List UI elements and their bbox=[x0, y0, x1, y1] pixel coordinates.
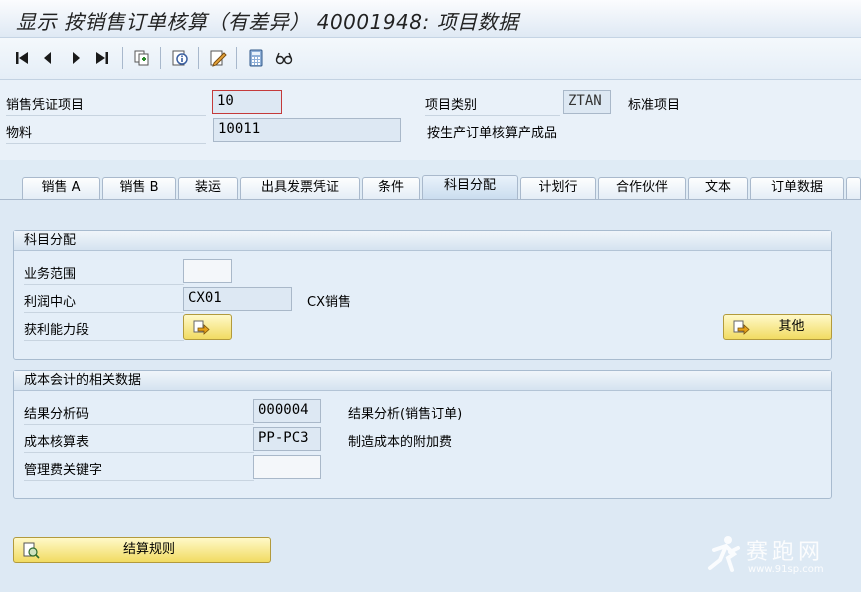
watermark-text: 赛跑网 bbox=[746, 540, 825, 565]
other-button[interactable]: 其他 bbox=[723, 314, 832, 340]
costing-sheet-field: PP-PC3 bbox=[253, 427, 321, 451]
runner-logo-icon bbox=[708, 536, 740, 572]
tab-shipping[interactable]: 装运 bbox=[178, 177, 238, 199]
overhead-key-label: 管理费关键字 bbox=[24, 459, 254, 481]
costing-sheet-text: 制造成本的附加费 bbox=[348, 435, 453, 450]
tabstrip: 销售 A 销售 B 装运 出具发票凭证 条件 科目分配 计划行 合作伙伴 文本 … bbox=[0, 160, 861, 200]
material-text: 按生产订单核算产成品 bbox=[427, 126, 558, 141]
other-button-label: 其他 bbox=[778, 319, 805, 334]
item-label: 销售凭证项目 bbox=[6, 94, 206, 116]
calculator-icon[interactable] bbox=[246, 48, 266, 68]
title-bar: 显示 按销售订单核算（有差异） 40001948: 项目数据 bbox=[0, 0, 861, 38]
next-icon[interactable] bbox=[66, 48, 86, 68]
application-toolbar bbox=[0, 38, 861, 80]
navigate-arrow-icon bbox=[733, 320, 750, 335]
cost-accounting-title: 成本会计的相关数据 bbox=[14, 371, 831, 391]
toolbar-separator bbox=[236, 47, 237, 69]
account-assignment-title: 科目分配 bbox=[14, 231, 831, 251]
watermark: 赛跑网 www.91sp.com bbox=[700, 532, 850, 580]
category-text: 标准项目 bbox=[628, 98, 681, 113]
toolbar-separator bbox=[160, 47, 161, 69]
tab-order-data[interactable]: 订单数据 bbox=[750, 177, 844, 199]
profit-center-field: CX01 bbox=[183, 287, 292, 311]
settlement-document-icon bbox=[23, 542, 40, 559]
tab-sales-b[interactable]: 销售 B bbox=[102, 177, 176, 199]
results-analysis-key-label: 结果分析码 bbox=[24, 403, 254, 425]
costing-sheet-label: 成本核算表 bbox=[24, 431, 254, 453]
document-flow-icon[interactable] bbox=[132, 48, 152, 68]
toolbar-separator bbox=[122, 47, 123, 69]
tab-schedule-lines[interactable]: 计划行 bbox=[520, 177, 596, 199]
material-label: 物料 bbox=[6, 122, 206, 144]
first-icon[interactable] bbox=[12, 48, 32, 68]
navigate-arrow-icon bbox=[193, 320, 210, 335]
business-area-field bbox=[183, 259, 232, 283]
info-icon[interactable] bbox=[170, 48, 190, 68]
tab-conditions[interactable]: 条件 bbox=[362, 177, 420, 199]
tab-sales-a[interactable]: 销售 A bbox=[22, 177, 100, 199]
account-assignment-group: 科目分配 业务范围 利润中心 CX01 CX销售 获利能力段 其他 bbox=[13, 230, 832, 360]
profit-center-text: CX销售 bbox=[307, 295, 351, 310]
tab-more[interactable] bbox=[846, 177, 861, 199]
profitability-segment-label: 获利能力段 bbox=[24, 319, 184, 341]
tab-billing[interactable]: 出具发票凭证 bbox=[240, 177, 360, 199]
tab-account-assignment[interactable]: 科目分配 bbox=[422, 175, 518, 200]
category-label: 项目类别 bbox=[425, 94, 560, 116]
watermark-url: www.91sp.com bbox=[748, 564, 824, 575]
results-analysis-key-text: 结果分析(销售订单) bbox=[348, 407, 463, 422]
profit-center-label: 利润中心 bbox=[24, 291, 184, 313]
last-icon[interactable] bbox=[92, 48, 112, 68]
business-area-label: 业务范围 bbox=[24, 263, 184, 285]
material-field: 10011 bbox=[213, 118, 401, 142]
category-field: ZTAN bbox=[563, 90, 611, 114]
cost-accounting-group: 成本会计的相关数据 结果分析码 000004 结果分析(销售订单) 成本核算表 … bbox=[13, 370, 832, 499]
edit-icon[interactable] bbox=[208, 48, 228, 68]
toolbar-separator bbox=[198, 47, 199, 69]
item-field[interactable]: 10 bbox=[212, 90, 282, 114]
settlement-rule-button[interactable]: 结算规则 bbox=[13, 537, 271, 563]
results-analysis-key-field: 000004 bbox=[253, 399, 321, 423]
settlement-rule-label: 结算规则 bbox=[122, 542, 175, 557]
item-header: 销售凭证项目 10 项目类别 ZTAN 标准项目 物料 10011 按生产订单核… bbox=[0, 80, 861, 160]
tab-partners[interactable]: 合作伙伴 bbox=[598, 177, 686, 199]
previous-icon[interactable] bbox=[38, 48, 58, 68]
profitability-segment-button[interactable] bbox=[183, 314, 232, 340]
overhead-key-field bbox=[253, 455, 321, 479]
tab-texts[interactable]: 文本 bbox=[688, 177, 748, 199]
glasses-icon[interactable] bbox=[274, 48, 294, 68]
window-title: 显示 按销售订单核算（有差异） 40001948: 项目数据 bbox=[16, 10, 519, 34]
